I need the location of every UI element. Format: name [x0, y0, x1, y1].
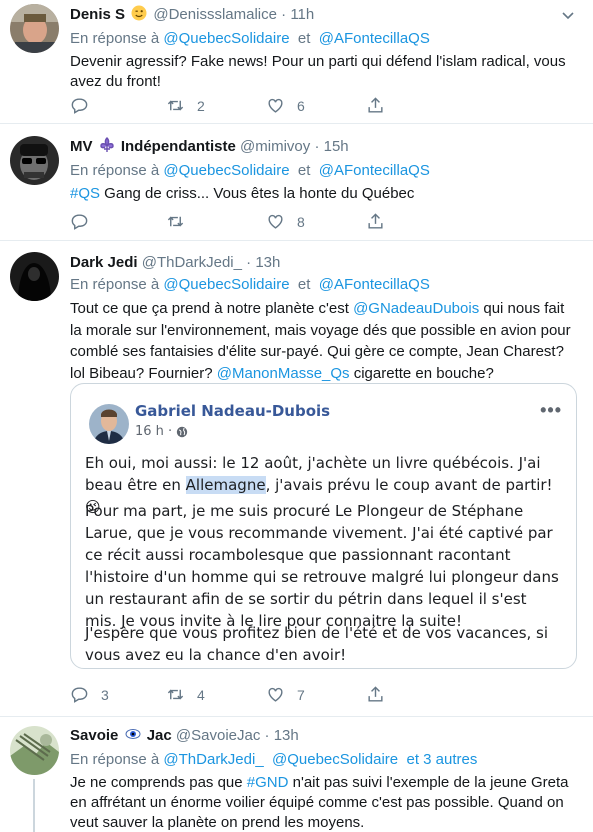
reply-icon — [71, 214, 88, 230]
avatar[interactable] — [10, 4, 59, 53]
user-handle[interactable]: @SavoieJac — [176, 727, 260, 744]
mention-link[interactable]: @AFontecillaQS — [319, 162, 430, 179]
retweet-button[interactable]: 4 — [166, 685, 205, 704]
tweet-3[interactable]: Dark Jedi @ThDarkJedi_ · 13h En réponse … — [0, 241, 593, 717]
post-paragraph: J'espère que vous profitez bien de l'été… — [85, 624, 549, 664]
display-name[interactable]: MV — [70, 138, 93, 155]
heart-icon — [268, 687, 283, 702]
tweet-2[interactable]: MV Indépendantiste @mimivoy · 15h En rép… — [0, 124, 593, 241]
tweet-text: Devenir agressif? Fake news! Pour un par… — [70, 53, 566, 90]
more-options-icon[interactable]: ••• — [540, 400, 562, 421]
reply-icon — [71, 687, 88, 703]
chevron-down-icon[interactable] — [559, 6, 577, 24]
more-mentions-link[interactable]: et 3 autres — [407, 751, 478, 768]
retweet-icon — [167, 216, 184, 227]
timestamp[interactable]: 15h — [324, 138, 349, 155]
like-button[interactable]: 7 — [266, 685, 305, 704]
retweet-button[interactable] — [166, 212, 197, 231]
mention-link[interactable]: @ThDarkJedi_ — [163, 751, 263, 768]
avatar[interactable] — [10, 136, 59, 185]
mention-link[interactable]: @AFontecillaQS — [319, 30, 430, 47]
post-paragraph: Pour ma part, je me suis procuré Le Plon… — [85, 502, 559, 630]
tweet-text: #QS Gang de criss... Vous êtes la honte … — [70, 185, 415, 202]
reply-button[interactable] — [70, 96, 101, 115]
retweet-icon — [167, 100, 184, 111]
wink-emoji-icon — [131, 5, 147, 26]
share-button[interactable] — [366, 212, 385, 231]
share-button[interactable] — [366, 685, 385, 704]
like-button[interactable]: 8 — [266, 212, 305, 231]
mention-link[interactable]: @GNadeauDubois — [353, 300, 479, 317]
mention-link[interactable]: @QuebecSolidaire — [163, 162, 289, 179]
mention-link[interactable]: @QuebecSolidaire — [163, 276, 289, 293]
retweet-button[interactable]: 2 — [166, 96, 205, 115]
heart-icon — [268, 214, 283, 229]
like-button[interactable]: 6 — [266, 96, 305, 115]
timestamp[interactable]: 13h — [274, 727, 299, 744]
tweet-text: Je ne comprends pas que #GND n'ait pas s… — [70, 774, 569, 831]
separator-dot: · — [281, 6, 287, 23]
separator-dot: · — [246, 254, 252, 271]
mention-link[interactable]: @AFontecillaQS — [319, 276, 430, 293]
avatar[interactable] — [10, 252, 59, 301]
reply-context: En réponse à @QuebecSolidaire et @AFonte… — [70, 162, 430, 179]
quoted-facebook-post[interactable]: Gabriel Nadeau-Dubois 16 h · ••• Eh oui,… — [70, 383, 577, 669]
reply-button[interactable] — [70, 212, 101, 231]
heart-icon — [268, 98, 283, 113]
tweet-text: Tout ce que ça prend à notre planète c'e… — [70, 300, 571, 382]
highlighted-word: Allemagne — [185, 476, 266, 494]
separator-dot: · — [264, 727, 270, 744]
hashtag-link[interactable]: #GND — [247, 774, 289, 791]
reply-context: En réponse à @ThDarkJedi_ @QuebecSolidai… — [70, 751, 478, 768]
user-handle[interactable]: @mimivoy — [240, 138, 310, 155]
hashtag-link[interactable]: #QS — [70, 185, 100, 202]
tweet-4[interactable]: Savoie Jac @SavoieJac · 13h En réponse à… — [0, 717, 593, 832]
user-handle[interactable]: @ThDarkJedi_ — [142, 254, 242, 271]
display-name[interactable]: Denis S — [70, 6, 125, 23]
avatar[interactable] — [10, 726, 59, 775]
separator-dot: · — [314, 138, 320, 155]
share-icon — [368, 213, 383, 229]
mention-link[interactable]: @QuebecSolidaire — [163, 30, 289, 47]
globe-icon — [176, 426, 188, 437]
mention-link[interactable]: @ManonMasse_Qs — [217, 365, 350, 382]
eye-icon — [125, 726, 141, 747]
timestamp[interactable]: 13h — [255, 254, 280, 271]
reply-icon — [71, 98, 88, 114]
display-name-suffix[interactable]: Jac — [147, 727, 172, 744]
user-handle[interactable]: @Denissslamalice — [153, 6, 277, 23]
timestamp[interactable]: 11h — [290, 6, 314, 23]
display-name[interactable]: Dark Jedi — [70, 254, 138, 271]
reply-context: En réponse à @QuebecSolidaire et @AFonte… — [70, 30, 430, 47]
display-name[interactable]: Savoie — [70, 727, 118, 744]
post-time[interactable]: 16 h · — [135, 424, 172, 439]
reply-button[interactable]: 3 — [70, 685, 109, 704]
post-author[interactable]: Gabriel Nadeau-Dubois — [135, 402, 330, 420]
author-avatar[interactable] — [89, 404, 129, 444]
retweet-icon — [167, 689, 184, 700]
share-icon — [368, 97, 383, 113]
thread-line — [33, 779, 35, 832]
reply-context: En réponse à @QuebecSolidaire et @AFonte… — [70, 276, 430, 293]
share-button[interactable] — [366, 96, 385, 115]
share-icon — [368, 686, 383, 702]
display-name-suffix[interactable]: Indépendantiste — [121, 138, 236, 155]
mention-link[interactable]: @QuebecSolidaire — [272, 751, 398, 768]
fleur-de-lis-icon — [99, 137, 115, 158]
tweet-1[interactable]: Denis S @Denissslamalice · 11h En répons… — [0, 0, 593, 124]
